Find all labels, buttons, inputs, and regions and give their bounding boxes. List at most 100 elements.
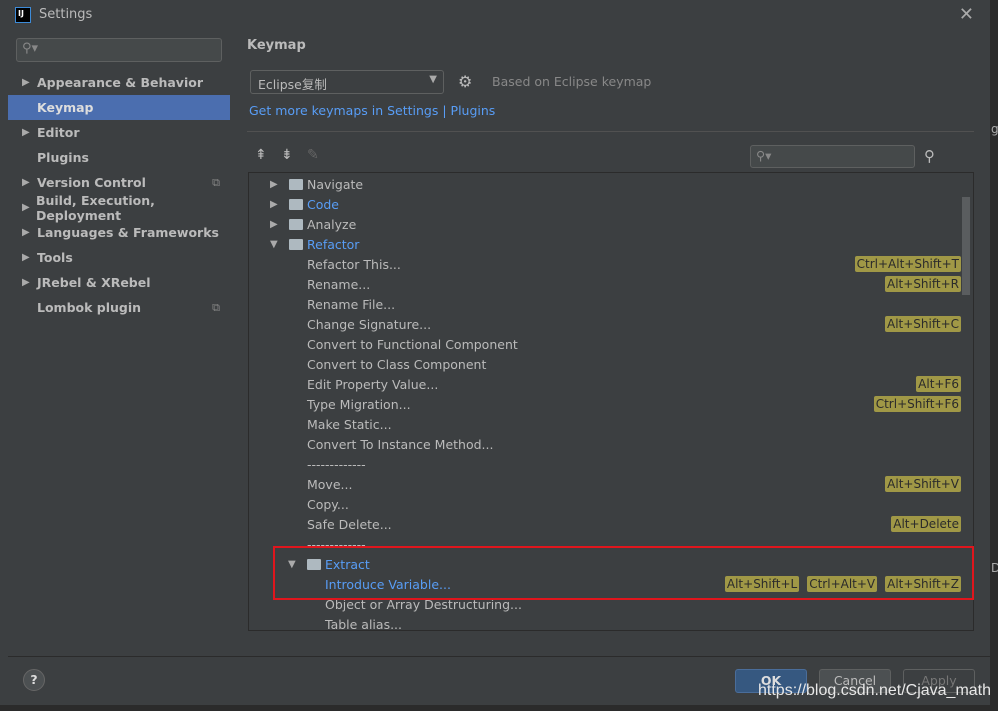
sidebar-item-lombok-plugin[interactable]: Lombok plugin ⧉	[8, 295, 230, 320]
tree-row-label: Refactor	[307, 236, 360, 252]
tree-row[interactable]: Introduce Variable... Alt+Shift+L Ctrl+Alt…	[249, 574, 961, 594]
edit-pencil-icon: ✎	[307, 147, 319, 163]
tree-row[interactable]: Rename... Alt+Shift+R	[249, 274, 961, 294]
chevron-down-icon[interactable]: ▼	[270, 239, 278, 250]
sidebar-item-label: Plugins	[37, 150, 89, 165]
sidebar-item-plugins[interactable]: Plugins	[8, 145, 230, 170]
sidebar-item-version-control[interactable]: ▶ Version Control ⧉	[8, 170, 230, 195]
tree-row-label: -------------	[307, 536, 366, 552]
chevron-down-icon: ▼	[429, 74, 437, 85]
expand-arrow-icon: ▶	[22, 227, 30, 238]
search-icon: ⚲▾	[756, 148, 772, 163]
tree-row[interactable]: Object or Array Destructuring...	[249, 594, 961, 614]
shortcut-badge: Alt+F6	[916, 376, 961, 392]
shortcut-badge: Alt+Shift+V	[885, 476, 961, 492]
settings-window: IJ Settings ✕ ⚲▾ ▶ Appearance & Behavior K…	[0, 0, 990, 705]
sidebar-item-label: Appearance & Behavior	[37, 75, 203, 90]
sidebar-item-editor[interactable]: ▶ Editor	[8, 120, 230, 145]
tree-row-label: Convert to Functional Component	[307, 336, 518, 352]
tree-row[interactable]: Rename File...	[249, 294, 961, 314]
sidebar-item-languages-frameworks[interactable]: ▶ Languages & Frameworks	[8, 220, 230, 245]
tree-row[interactable]: Move... Alt+Shift+V	[249, 474, 961, 494]
expand-arrow-icon: ▶	[22, 277, 30, 288]
tree-row-label: Rename...	[307, 276, 371, 292]
scrollbar[interactable]	[962, 197, 970, 295]
tree-row[interactable]: Convert to Class Component	[249, 354, 961, 374]
keymap-panel: Keymap Eclipse复制 ▼ ⚙ Based on Eclipse key…	[230, 29, 990, 656]
collapse-all-icon[interactable]: ⇟	[281, 147, 293, 163]
sidebar-item-label: Build, Execution, Deployment	[35, 192, 155, 223]
sidebar-item-build-execution-deployment[interactable]: ▶ Build, Execution, Deployment	[8, 192, 230, 223]
close-icon[interactable]: ✕	[959, 4, 974, 25]
folder-icon	[289, 218, 303, 230]
keymap-search-input[interactable]: ⚲▾	[750, 145, 915, 168]
shortcut-list: Alt+Shift+R	[885, 276, 961, 292]
tree-row-label: Analyze	[307, 216, 357, 232]
project-level-icon: ⧉	[212, 175, 220, 189]
keymap-select-value: Eclipse复制	[258, 77, 327, 92]
shortcut-badge: Alt+Shift+R	[885, 276, 961, 292]
tree-row-label: Introduce Variable...	[325, 576, 451, 592]
folder-icon	[289, 178, 303, 190]
expand-arrow-icon: ▶	[22, 252, 30, 263]
tree-row[interactable]: ▶ Code	[249, 194, 961, 214]
sidebar-item-jrebel-xrebel[interactable]: ▶ JRebel & XRebel	[8, 270, 230, 295]
sidebar-item-appearance-behavior[interactable]: ▶ Appearance & Behavior	[8, 70, 230, 95]
find-by-shortcut-icon[interactable]: ⚲	[924, 147, 935, 165]
chevron-right-icon[interactable]: ▶	[270, 179, 278, 190]
tree-row[interactable]: Make Static...	[249, 414, 961, 434]
background-edge-text: D	[991, 561, 998, 575]
tree-row-label: Make Static...	[307, 416, 392, 432]
tree-row[interactable]: Convert to Functional Component	[249, 334, 961, 354]
shortcut-badge: Ctrl+Shift+F6	[873, 396, 961, 412]
get-more-keymaps-link[interactable]: Get more keymaps in Settings | Plugins	[249, 103, 495, 118]
tree-row[interactable]: -------------	[249, 534, 961, 554]
tree-row[interactable]: Copy...	[249, 494, 961, 514]
background-edge-text: g	[991, 122, 998, 136]
intellij-logo: IJ	[15, 6, 31, 23]
gear-icon[interactable]: ⚙	[458, 72, 472, 91]
project-level-icon: ⧉	[212, 300, 220, 314]
tree-row[interactable]: Edit Property Value... Alt+F6	[249, 374, 961, 394]
tree-row[interactable]: Refactor This... Ctrl+Alt+Shift+T	[249, 254, 961, 274]
tree-row[interactable]: Type Migration... Ctrl+Shift+F6	[249, 394, 961, 414]
folder-icon	[307, 558, 321, 570]
shortcut-badge: Alt+Shift+L	[724, 576, 800, 592]
shortcut-list: Alt+Shift+C	[884, 316, 961, 332]
tree-row-label: Convert to Class Component	[307, 356, 487, 372]
folder-icon	[289, 238, 303, 250]
sidebar-item-keymap[interactable]: Keymap	[8, 95, 230, 120]
sidebar-item-label: JRebel & XRebel	[37, 275, 151, 290]
tree-row-label: Edit Property Value...	[307, 376, 439, 392]
shortcut-list: Alt+Delete	[891, 516, 961, 532]
sidebar-item-label: Version Control	[37, 175, 146, 190]
tree-row-label: Move...	[307, 476, 353, 492]
help-button[interactable]: ?	[23, 669, 45, 691]
chevron-right-icon[interactable]: ▶	[270, 219, 278, 230]
chevron-down-icon[interactable]: ▼	[288, 559, 296, 570]
tree-row[interactable]: ▼ Extract	[249, 554, 961, 574]
tree-row[interactable]: ▶ Analyze	[249, 214, 961, 234]
tree-row[interactable]: ▼ Refactor	[249, 234, 961, 254]
chevron-right-icon[interactable]: ▶	[270, 199, 278, 210]
tree-row-label: Object or Array Destructuring...	[325, 596, 522, 612]
tree-row[interactable]: Safe Delete... Alt+Delete	[249, 514, 961, 534]
tree-row-label: Table alias...	[325, 616, 402, 631]
tree-row-label: Extract	[325, 556, 370, 572]
tree-row[interactable]: ▶ Navigate	[249, 174, 961, 194]
tree-row[interactable]: Change Signature... Alt+Shift+C	[249, 314, 961, 334]
keymap-select[interactable]: Eclipse复制 ▼	[250, 70, 444, 94]
tree-row[interactable]: -------------	[249, 454, 961, 474]
tree-row-label: Convert To Instance Method...	[307, 436, 494, 452]
expand-all-icon[interactable]: ⇞	[255, 147, 267, 163]
shortcut-list: Ctrl+Alt+Shift+T	[854, 256, 961, 272]
folder-icon	[289, 198, 303, 210]
title-bar: IJ Settings ✕	[0, 0, 990, 29]
tree-row-label: Navigate	[307, 176, 364, 192]
expand-arrow-icon: ▶	[22, 77, 30, 88]
settings-search-input[interactable]: ⚲▾	[16, 38, 222, 62]
shortcut-badge: Alt+Shift+C	[884, 316, 961, 332]
sidebar-item-tools[interactable]: ▶ Tools	[8, 245, 230, 270]
tree-row[interactable]: Table alias...	[249, 614, 961, 631]
tree-row[interactable]: Convert To Instance Method...	[249, 434, 961, 454]
